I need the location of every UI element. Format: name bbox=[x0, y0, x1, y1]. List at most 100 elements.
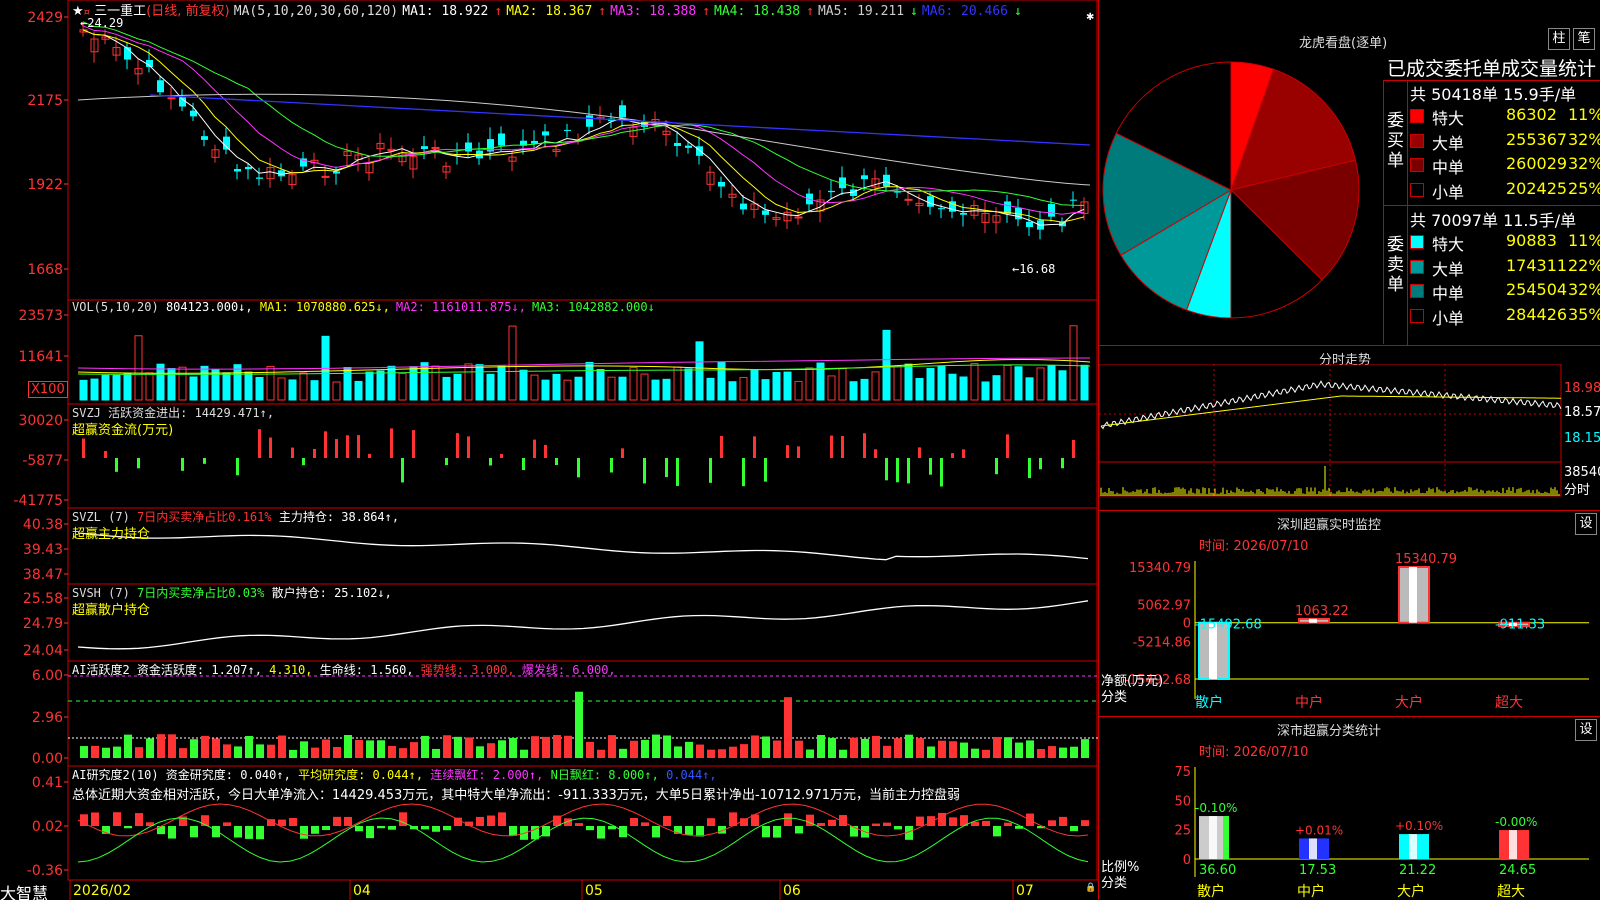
sz-class-y-tick: 50 bbox=[1174, 794, 1191, 809]
row-name: 特大 bbox=[1432, 109, 1465, 128]
ai-active-bar bbox=[762, 736, 770, 758]
volume-bar bbox=[200, 365, 209, 401]
ai-research-bar bbox=[487, 815, 495, 826]
lock-icon[interactable]: 🔒 bbox=[1085, 883, 1096, 893]
y-tick-label: 40.38 bbox=[23, 517, 63, 533]
kline-chart-area[interactable]: 2429 2175 1922 1668 23573 11641 30020 -5877 -417… bbox=[0, 0, 1098, 900]
volume-bar bbox=[750, 369, 759, 401]
row-value: 174311 bbox=[1506, 255, 1568, 275]
volume-bar bbox=[79, 379, 88, 401]
legend-swatch bbox=[1410, 182, 1424, 197]
volume-bar bbox=[222, 372, 231, 401]
y-tick-label: 2175 bbox=[27, 93, 63, 109]
ai-active-bar bbox=[245, 736, 253, 758]
candle-body bbox=[960, 213, 967, 215]
stats-row: 大单 17431122% bbox=[1410, 256, 1600, 281]
ai-research-bar bbox=[762, 826, 770, 838]
ai-research-bar bbox=[575, 823, 583, 826]
vol-title: VOL(5,10,20) bbox=[72, 300, 159, 314]
volume-bar bbox=[882, 329, 891, 401]
svzl-subtitle: 超赢主力持仓 bbox=[72, 527, 151, 542]
svzj-bar bbox=[720, 435, 723, 458]
volume-bar bbox=[629, 367, 638, 401]
ai-research-bar bbox=[696, 826, 704, 837]
ai-research-summary: 总体近期大资金相对活跃，今日大单净流入：14429.453万元，其中特大单净流出… bbox=[72, 788, 961, 803]
svsh-subtitle: 超赢散户持仓 bbox=[72, 603, 151, 618]
buy-sell-divider bbox=[1384, 205, 1600, 206]
bar-toggle-button[interactable]: 柱 bbox=[1548, 28, 1570, 50]
volume-bar bbox=[563, 379, 572, 401]
ai-research-bar bbox=[1070, 826, 1078, 832]
svzj-bar bbox=[456, 433, 459, 458]
ai-research-c: 连续飘红: 2.000↑, bbox=[430, 768, 544, 782]
ai-research-bar bbox=[982, 820, 990, 826]
y-tick-label: 11641 bbox=[18, 349, 63, 365]
volume-bar bbox=[255, 377, 264, 401]
volume-bar bbox=[178, 366, 187, 401]
sz-class-bar-edge bbox=[1223, 816, 1229, 859]
ai-research-bar bbox=[223, 822, 231, 826]
y-tick-label: 39.43 bbox=[23, 542, 63, 558]
svzj-bar bbox=[346, 435, 349, 458]
svzj-bar bbox=[137, 458, 140, 469]
ai-active-bar bbox=[597, 749, 605, 758]
ai-research-bar bbox=[641, 822, 649, 826]
ai-active-bar bbox=[894, 738, 902, 758]
ai-research-bar bbox=[388, 826, 396, 830]
ai-active-bar bbox=[487, 743, 495, 758]
sz-class-bar-group: +0.10% 21.22 大户 bbox=[1395, 819, 1443, 900]
settings-dot-icon[interactable]: ✱ bbox=[1086, 12, 1094, 23]
row-value: 260029 bbox=[1506, 154, 1568, 173]
row-pct: 32% bbox=[1568, 280, 1600, 299]
ai-active-bar bbox=[916, 738, 924, 758]
sz-monitor-category: 散户 bbox=[1195, 694, 1223, 711]
svzj-bar bbox=[621, 448, 624, 458]
sz-class-y-tick: 0 bbox=[1183, 853, 1191, 868]
svzj-bar bbox=[874, 449, 877, 458]
volume-bar bbox=[376, 370, 385, 401]
svzj-bar bbox=[1006, 434, 1009, 458]
svzj-bar bbox=[1061, 458, 1064, 469]
ai-active-bar bbox=[322, 739, 330, 758]
pen-toggle-button[interactable]: 笔 bbox=[1573, 28, 1595, 50]
ai-research-bar bbox=[586, 826, 594, 831]
ai-active-bar bbox=[113, 746, 121, 758]
row-pct: 22% bbox=[1568, 255, 1600, 275]
volume-bar bbox=[783, 371, 792, 401]
sz-monitor-y-tick: -5214.86 bbox=[1133, 636, 1191, 651]
sz-class-category: 散户 bbox=[1197, 883, 1225, 900]
volume-bar bbox=[596, 369, 605, 401]
ai-active-bar bbox=[443, 735, 451, 758]
sz-monitor-category: 中户 bbox=[1295, 694, 1323, 711]
x-tick-label: 07 bbox=[1016, 883, 1034, 899]
ai-research-bar bbox=[795, 826, 803, 834]
sz-class-delta: +0.10% bbox=[1395, 819, 1443, 833]
ai-active-bar bbox=[344, 734, 352, 758]
svzj-bar bbox=[269, 437, 272, 458]
volume-bar bbox=[145, 372, 154, 401]
ai-active-bar bbox=[465, 737, 473, 758]
ai-active-bar bbox=[300, 741, 308, 758]
ai-active-bar bbox=[696, 744, 704, 758]
intraday-chart[interactable]: 18.98 18.57 18.15 38540 分时 bbox=[1099, 364, 1600, 510]
volume-bar bbox=[299, 372, 308, 401]
volume-bar bbox=[101, 374, 110, 401]
stats-table: 委买单 委卖单 共 50418单 15.9手/单 特大 86302 11% 大单 255… bbox=[1383, 80, 1600, 345]
ai-research-header: AI研究度2(10) 资金研究度: 0.040↑, 平均研究度: 0.044↑,… bbox=[72, 766, 717, 783]
sz-monitor-settings-button[interactable]: 设 bbox=[1575, 513, 1597, 535]
ai-research-bar bbox=[894, 826, 902, 830]
svzj-bar bbox=[709, 458, 712, 483]
svzj-bar bbox=[401, 458, 404, 483]
legend-swatch bbox=[1410, 235, 1424, 249]
ma-value-3: MA3: 18.388 bbox=[610, 4, 697, 19]
ai-active-bar bbox=[399, 748, 407, 758]
candle-body bbox=[1048, 204, 1055, 217]
sz-monitor-section: 深圳超赢实时监控 设 时间: 2026/07/10 15340.79 5062.9… bbox=[1099, 510, 1600, 716]
ai-active-bar bbox=[927, 746, 935, 758]
ai-research-bar bbox=[289, 817, 297, 826]
sz-class-settings-button[interactable]: 设 bbox=[1575, 719, 1597, 741]
ai-active-bar bbox=[619, 748, 627, 758]
ai-research-bar bbox=[872, 823, 880, 826]
x-tick-label: 2026/02 bbox=[73, 883, 131, 899]
sz-monitor-y-tick: 0 bbox=[1183, 617, 1191, 632]
